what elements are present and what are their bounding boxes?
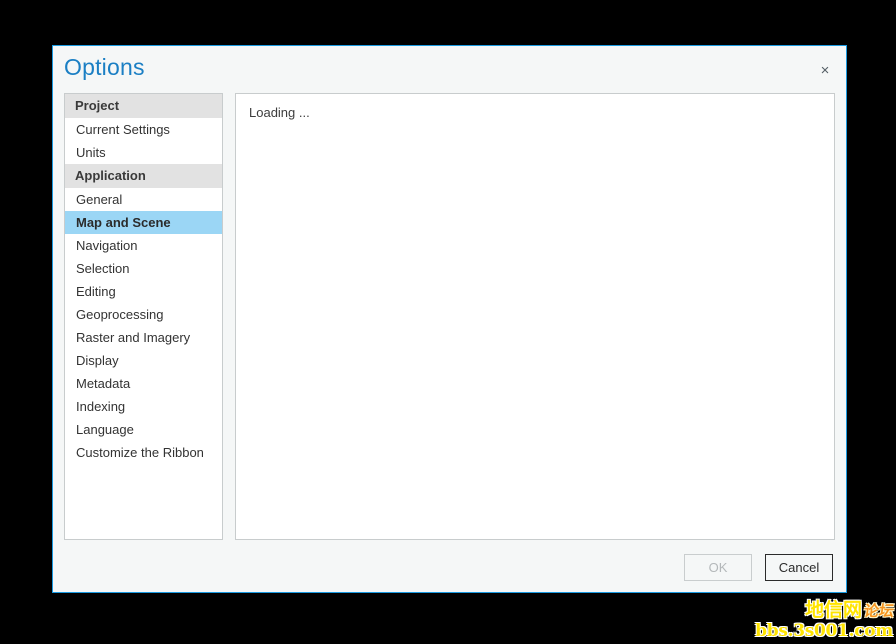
options-sidebar[interactable]: Project Current Settings Units Applicati… [64, 93, 223, 540]
sidebar-item-current-settings[interactable]: Current Settings [65, 118, 222, 141]
dialog-body: Project Current Settings Units Applicati… [53, 93, 846, 540]
sidebar-item-editing[interactable]: Editing [65, 280, 222, 303]
sidebar-item-selection[interactable]: Selection [65, 257, 222, 280]
sidebar-item-map-and-scene[interactable]: Map and Scene [65, 211, 222, 234]
cancel-button[interactable]: Cancel [765, 553, 833, 581]
sidebar-group-header-application: Application [65, 164, 222, 188]
ok-button[interactable]: OK [684, 553, 752, 581]
watermark-title-suffix: 论坛 [862, 602, 896, 620]
sidebar-item-metadata[interactable]: Metadata [65, 372, 222, 395]
sidebar-content-gap [223, 93, 235, 540]
loading-status-text: Loading ... [249, 105, 310, 120]
site-watermark: 地信网 论坛 bbs.3s001.com [748, 599, 896, 642]
options-dialog: Options × Project Current Settings Units… [52, 45, 847, 593]
dialog-titlebar: Options × [53, 46, 846, 93]
sidebar-item-display[interactable]: Display [65, 349, 222, 372]
dialog-footer: OK Cancel [53, 540, 846, 594]
watermark-url: bbs.3s001.com [755, 621, 893, 641]
sidebar-item-units[interactable]: Units [65, 141, 222, 164]
sidebar-item-language[interactable]: Language [65, 418, 222, 441]
screen-backdrop: Options × Project Current Settings Units… [0, 0, 896, 644]
options-content-panel: Loading ... [235, 93, 835, 540]
close-icon[interactable]: × [812, 58, 838, 82]
sidebar-group-header-project: Project [65, 94, 222, 118]
sidebar-item-indexing[interactable]: Indexing [65, 395, 222, 418]
page-title: Options [64, 54, 145, 80]
sidebar-item-general[interactable]: General [65, 188, 222, 211]
sidebar-item-customize-the-ribbon[interactable]: Customize the Ribbon [65, 441, 222, 464]
sidebar-item-raster-and-imagery[interactable]: Raster and Imagery [65, 326, 222, 349]
sidebar-item-geoprocessing[interactable]: Geoprocessing [65, 303, 222, 326]
watermark-line-1: 地信网 论坛 [748, 599, 896, 622]
watermark-title-main: 地信网 [804, 599, 862, 621]
sidebar-item-navigation[interactable]: Navigation [65, 234, 222, 257]
